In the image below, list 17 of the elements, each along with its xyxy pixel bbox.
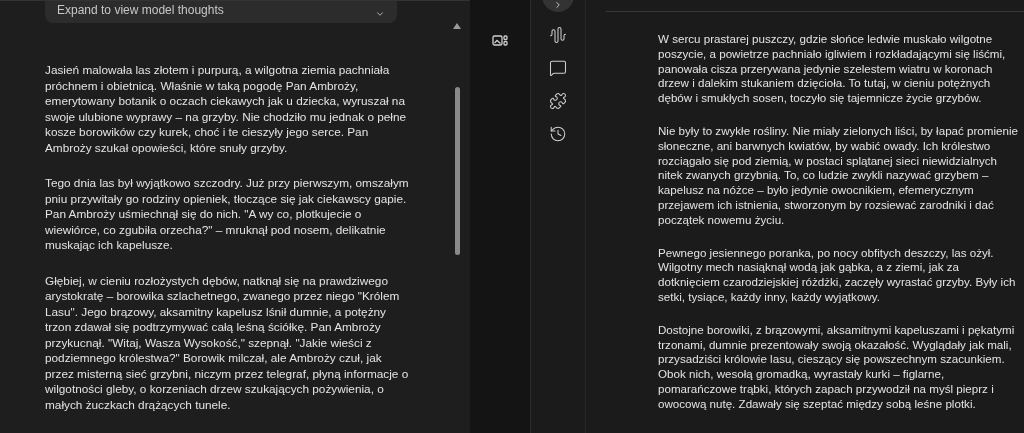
paragraph: Nie były to zwykłe rośliny. Nie miały zielonych liści, by łapać promienie słoneczne, ani barwnych kwiatów, by wabić owady. Ich królestwo rozciągało się pod ziemią, w postaci splątanej sieci niewidzialnych nitek zwanych grzybnią. To, co ludzie zwykli nazywać grzybem – kapelusz na nóżce – było jedynie owocnikiem, efemerycznym przejawem ich istnienia, stworzonym by rozsiewać zarodniki i dać początek nowemu życiu. [658,124,1019,228]
paragraph: Tego dnia las był wyjątkowo szczodry. Już przy pierwszym, omszałym pniu przywitały go rodziny opieniek, tłoczące się jak ciekawscy gapie. Pan Ambroży uśmiechnął się do nich. "A wy co, plotkujecie o wiewiórce, co zgubiła orzecha?" – mruknął pod nosem, delikatnie muskając ich kapelusze. [45,176,410,254]
waveform-icon[interactable] [549,26,567,44]
chevron-icon [375,9,385,19]
paragraph: Jasień malowała las złotem i purpurą, a wilgotna ziemia pachniała próchnem i obietnicą. Właśnie w taką pogodę Pan Ambroży, emerytowany botanik o oczach ciekawych jak u dziecka, wyruszał na swoje ulubione wyprawy – na grzyby. Nie chodziło mu jednak o pełne kosze borowików czy kurek, choć i te cieszyły jego serce. Pan Ambroży szukał opowieści, które snuły grzyby. [45,63,408,156]
paragraph: Głębiej, w cieniu rozłożystych dębów, natknął się na prawdziwego arystokratę – borowika szlachetnego, zwanego przez niego "Królem Lasu". Jego brązowy, aksamitny kapelusz lśnił dumnie, a potężny trzon zdawał się podtrzymywać całą leśną ściółkę. Pan Ambroży przykucnął. "Witaj, Wasza Wysokość," szepnął. "Jakie wieści z podziemnego królestwa?" Borowik milczał, ale Ambroży czuł, jak przez misterną sieć grzybni, niczym przez telegraf, płyną informacje o wilgotności gleby, o korzeniach drzew szukających pożywienia, o małych żuczkach drążących tunele. [45,273,410,413]
media-grid-icon[interactable] [492,34,508,48]
scroll-up-icon[interactable] [453,23,461,29]
paragraph: W sercu prastarej puszczy, gdzie słońce ledwie muskało wilgotne poszycie, a powietrze pachniało igliwiem i rozkładającymi się liśćmi, panowała cisza przerywana jedynie szelestem wiatru w koronach drzew i dalekim stukaniem dzięcioła. To tutaj, w cieniu potężnych dębów i smukłych sosen, toczyło się tajemnicze życie grzybów. [658,32,1007,106]
history-icon[interactable] [549,125,567,143]
scrollbar-thumb[interactable] [454,87,460,255]
paragraph: Pewnego jesiennego poranka, po nocy obfitych deszczy, las ożył. Wilgotny mech nasiąknął wodą jak gąbka, a z ziemi, jak za dotknięciem czarodziejskiej różdżki, zaczęły wyrastać grzyby. Były ich setki, tysiące, każdy inny, każdy wyjątkowy. [658,245,1017,305]
paragraph: Dostojne borowiki, z brązowymi, aksamitnymi kapeluszami i pękatymi trzonami, dumnie prezentowały swoją okazałość. Wyglądały jak mali, przysadziści królowie lasu, cieszący się powszechnym szacunkiem. Obok nich, wesołą gromadką, wyrastały kurki – figlarne, pomarańczowe trąbki, których zapach przywodził na myśl pieprz i owocową nutę. Zdawały się szeptać między sobą leśne plotki. [658,322,1016,412]
chevron-icon [553,0,563,10]
puzzle-icon[interactable] [549,92,567,110]
thoughts-toggle[interactable]: Expand to view model thoughts [45,1,397,23]
message-icon[interactable] [549,59,567,77]
